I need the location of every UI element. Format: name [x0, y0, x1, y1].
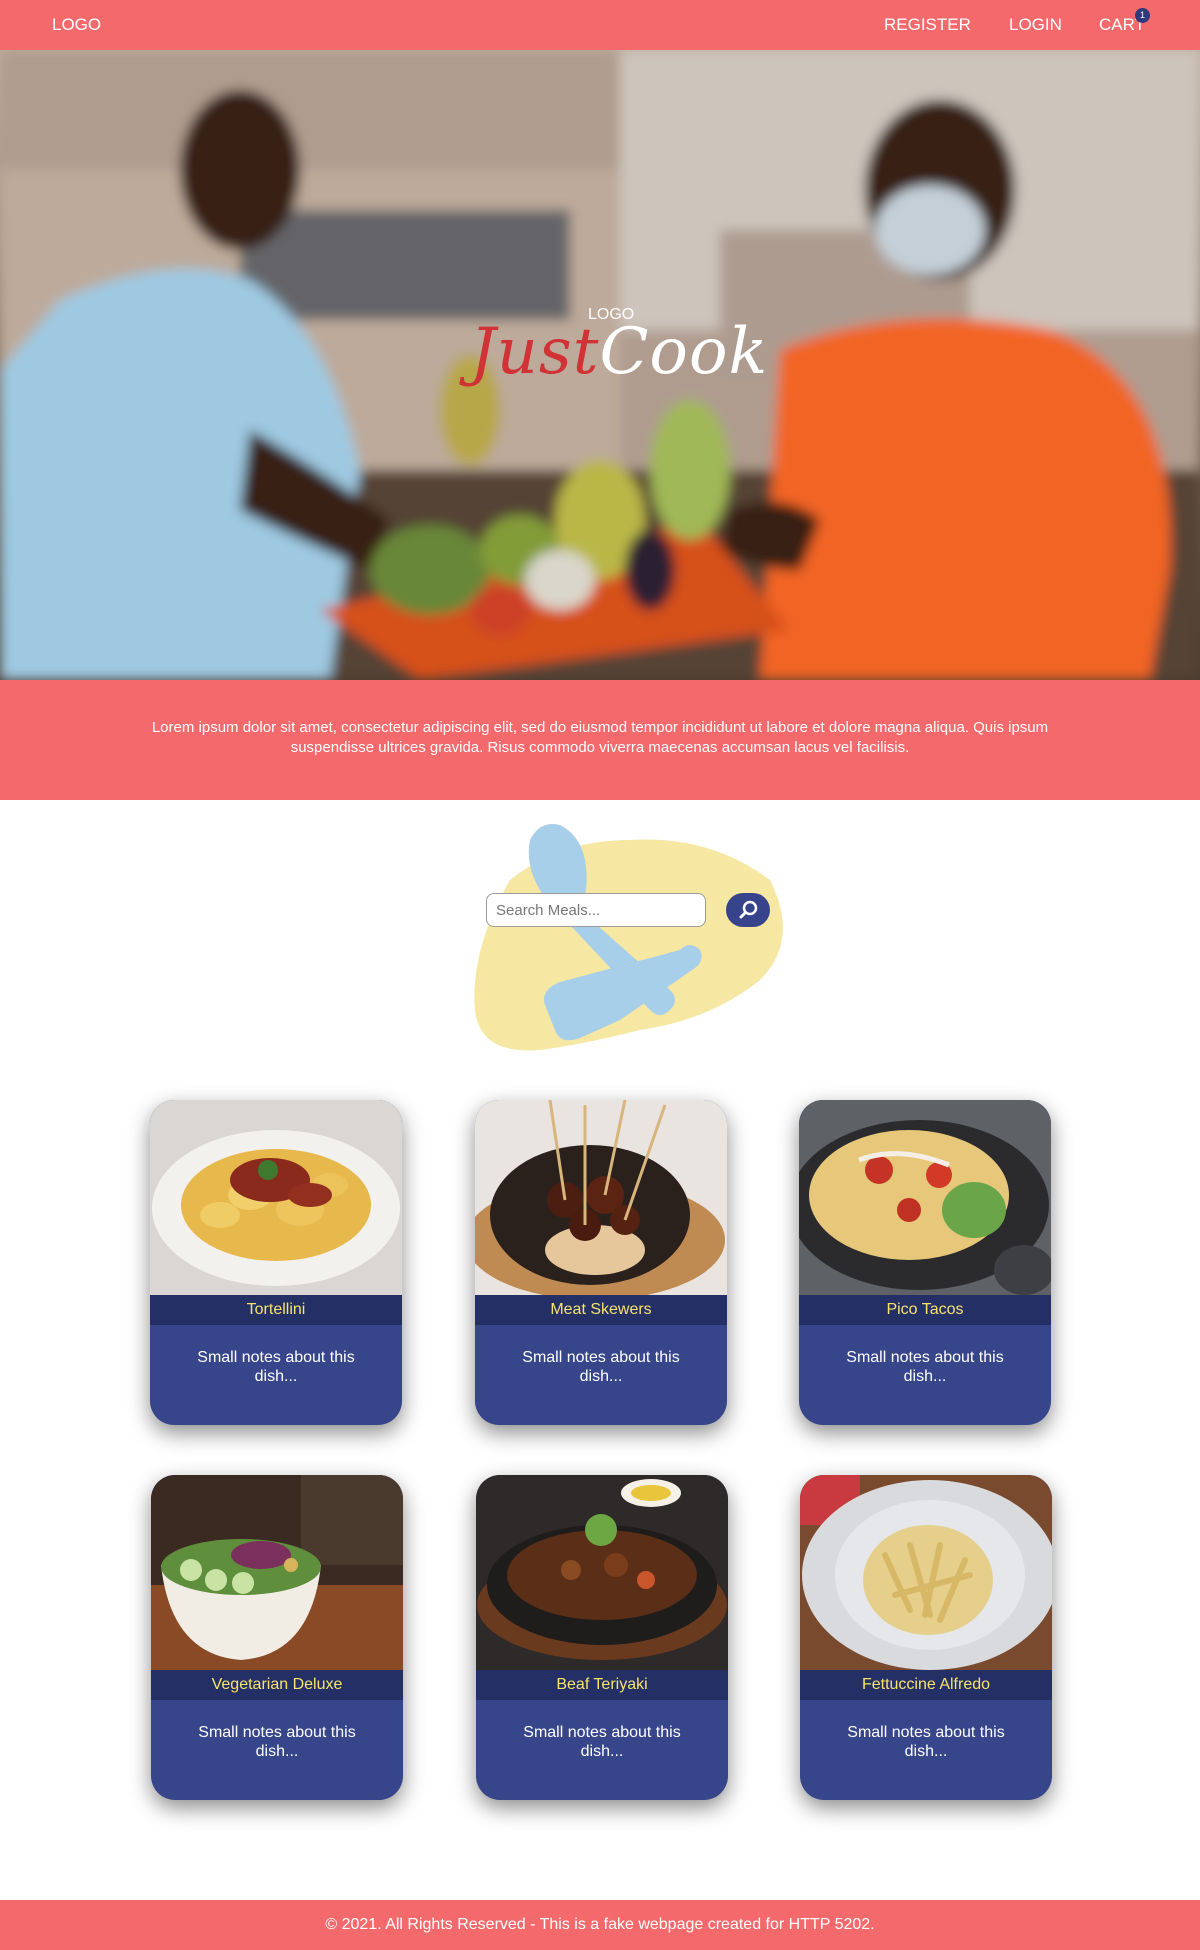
cart-link[interactable]: CART 1: [1099, 8, 1150, 35]
meal-name: Meat Skewers: [475, 1295, 727, 1325]
meal-card[interactable]: Meat Skewers Small notes about this dish…: [475, 1100, 727, 1425]
search-input[interactable]: [486, 893, 706, 927]
top-navbar: LOGO REGISTER LOGIN CART 1: [0, 0, 1200, 50]
register-link[interactable]: REGISTER: [884, 15, 971, 35]
search-button[interactable]: [726, 893, 770, 927]
meal-card[interactable]: Tortellini Small notes about this dish..…: [150, 1100, 402, 1425]
meal-photo-beaf-teriyaki: [476, 1475, 728, 1670]
meal-notes: Small notes about this dish...: [197, 1349, 355, 1385]
meal-notes: Small notes about this dish...: [846, 1349, 1004, 1385]
meal-card[interactable]: Beaf Teriyaki Small notes about this dis…: [476, 1475, 728, 1800]
meal-card[interactable]: Pico Tacos Small notes about this dish..…: [799, 1100, 1051, 1425]
meal-name: Beaf Teriyaki: [476, 1670, 728, 1700]
cart-count-badge: 1: [1135, 8, 1150, 23]
hero-banner: LOGO JustCook: [0, 50, 1200, 680]
meal-notes: Small notes about this dish...: [522, 1349, 680, 1385]
meal-photo-tortellini: [150, 1100, 402, 1295]
meal-name: Fettuccine Alfredo: [800, 1670, 1052, 1700]
meal-photo-pico-tacos: [799, 1100, 1051, 1295]
meal-name: Pico Tacos: [799, 1295, 1051, 1325]
utensil-blob-illustration: [474, 824, 783, 1051]
search-icon: [739, 900, 758, 919]
meal-name: Tortellini: [150, 1295, 402, 1325]
meal-notes: Small notes about this dish...: [198, 1724, 356, 1760]
meal-name: Vegetarian Deluxe: [151, 1670, 403, 1700]
intro-section: Lorem ipsum dolor sit amet, consectetur …: [0, 680, 1200, 800]
meal-notes: Small notes about this dish...: [847, 1724, 1005, 1760]
meal-photo-fettuccine-alfredo: [800, 1475, 1052, 1670]
meal-card[interactable]: Vegetarian Deluxe Small notes about this…: [151, 1475, 403, 1800]
meal-notes: Small notes about this dish...: [523, 1724, 681, 1760]
footer-text: © 2021. All Rights Reserved - This is a …: [325, 1916, 875, 1933]
nav-logo[interactable]: LOGO: [52, 15, 101, 35]
brand-just: Just: [470, 315, 600, 389]
search-area: [470, 820, 800, 1060]
meal-photo-meat-skewers: [475, 1100, 727, 1295]
meal-photo-vegetarian-deluxe: [151, 1475, 403, 1670]
login-link[interactable]: LOGIN: [1009, 15, 1062, 35]
intro-text: Lorem ipsum dolor sit amet, consectetur …: [151, 719, 1049, 756]
brand-cook: Cook: [599, 315, 769, 389]
footer: © 2021. All Rights Reserved - This is a …: [0, 1900, 1200, 1950]
meal-card[interactable]: Fettuccine Alfredo Small notes about thi…: [800, 1475, 1052, 1800]
hero-brand-logo: JustCook: [470, 315, 768, 389]
